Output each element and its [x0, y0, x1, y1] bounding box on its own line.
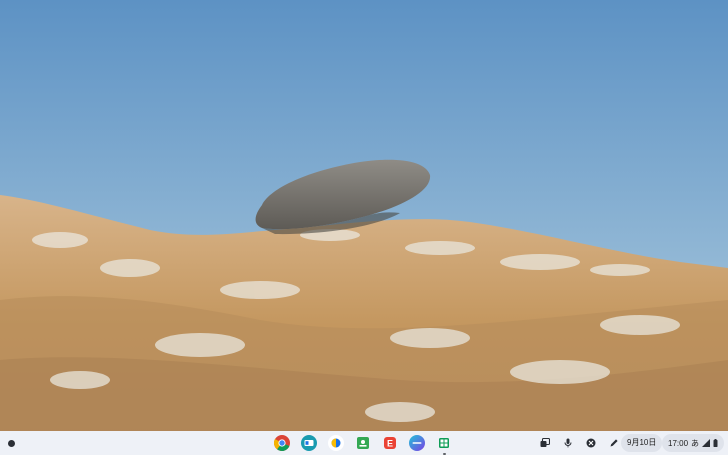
date-tray[interactable]: 9月10日	[621, 434, 663, 452]
screen-capture-icon	[540, 438, 550, 447]
tray-quick-icons	[536, 434, 623, 452]
app-purple-icon	[409, 435, 425, 451]
desktop-wallpaper	[0, 0, 728, 455]
app-yellow-half[interactable]	[327, 434, 345, 452]
select-to-speak-button[interactable]	[582, 434, 600, 452]
app-green[interactable]	[354, 434, 372, 452]
app-blue[interactable]	[300, 434, 318, 452]
svg-text:E: E	[387, 439, 393, 449]
screen-capture-button[interactable]	[536, 434, 554, 452]
app-yellow-half-icon	[328, 435, 344, 451]
dictation-button[interactable]	[559, 434, 577, 452]
app-red-e[interactable]: E	[381, 434, 399, 452]
ime-indicator: あ	[691, 438, 700, 448]
status-area[interactable]: 17:00 あ	[662, 434, 724, 452]
chrome-app[interactable]	[273, 434, 291, 452]
battery-icon	[713, 439, 718, 447]
launcher-button[interactable]	[3, 435, 19, 451]
app-purple[interactable]	[408, 434, 426, 452]
app-green-icon	[357, 437, 369, 449]
app-red-e-icon: E	[384, 437, 396, 449]
microphone-icon	[564, 438, 572, 448]
shelf-apps: E	[273, 434, 453, 455]
app-teal-grid-icon	[439, 438, 449, 448]
clock-time: 17:00	[668, 438, 689, 448]
wifi-icon	[702, 439, 711, 447]
shelf: E 9月10日 17:00 あ	[0, 431, 728, 455]
app-teal-grid[interactable]	[435, 434, 453, 455]
blocked-circle-icon	[586, 438, 596, 448]
app-blue-icon	[301, 435, 317, 451]
chrome-icon	[274, 435, 290, 451]
pen-icon	[610, 439, 618, 447]
launcher-icon	[7, 439, 15, 447]
